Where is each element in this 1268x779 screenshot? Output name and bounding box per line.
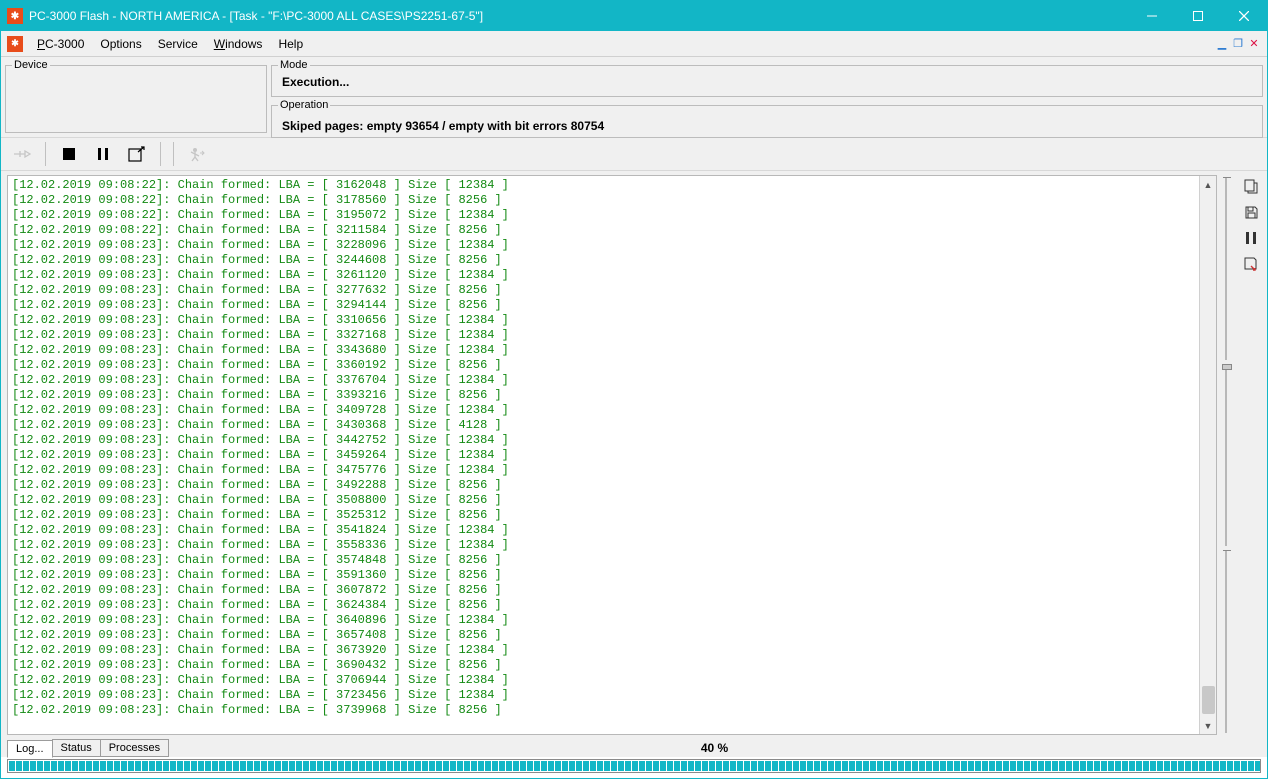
- pause-button[interactable]: [88, 141, 118, 167]
- close-button[interactable]: [1221, 1, 1267, 31]
- menu-options[interactable]: Options: [92, 33, 149, 55]
- progress-fill: [9, 761, 1261, 771]
- minimize-button[interactable]: [1129, 1, 1175, 31]
- stop-button[interactable]: [54, 141, 84, 167]
- titlebar: ✱ PC-3000 Flash - NORTH AMERICA - [Task …: [1, 1, 1267, 31]
- menu-windows[interactable]: Windows: [206, 33, 271, 55]
- copy-icon[interactable]: [1242, 177, 1260, 195]
- menubar: ✱ PC-3000 Options Service Windows Help ▁…: [1, 31, 1267, 57]
- menu-service[interactable]: Service: [150, 33, 206, 55]
- operation-value: Skiped pages: empty 93654 / empty with b…: [278, 113, 1256, 135]
- log-text: [12.02.2019 09:08:22]: Chain formed: LBA…: [8, 176, 1199, 734]
- operation-legend: Operation: [278, 99, 330, 111]
- device-legend: Device: [12, 59, 50, 71]
- tab-log[interactable]: Log...: [7, 740, 53, 758]
- run-button[interactable]: [182, 141, 212, 167]
- tab-processes[interactable]: Processes: [100, 739, 169, 757]
- scroll-up-icon[interactable]: ▲: [1200, 176, 1216, 193]
- maximize-button[interactable]: [1175, 1, 1221, 31]
- export-button[interactable]: [122, 141, 152, 167]
- scroll-down-icon[interactable]: ▼: [1200, 717, 1216, 734]
- side-toolbar: [1241, 175, 1261, 735]
- mode-legend: Mode: [278, 59, 310, 71]
- mode-fieldset: Mode Execution...: [271, 59, 1263, 97]
- log-scrollbar[interactable]: ▲ ▼: [1199, 176, 1216, 734]
- tab-status[interactable]: Status: [52, 739, 101, 757]
- app-icon: ✱: [7, 8, 23, 24]
- vertical-track-left: [1221, 175, 1237, 735]
- operation-fieldset: Operation Skiped pages: empty 93654 / em…: [271, 99, 1263, 138]
- info-panels: Device Mode Execution... Operation Skipe…: [1, 57, 1267, 137]
- mdi-close-icon[interactable]: ✕: [1247, 37, 1261, 51]
- menu-app-icon: ✱: [7, 36, 23, 52]
- bottom-tabs: Log... Status Processes 40 %: [1, 735, 1267, 757]
- progress-bar: [7, 759, 1261, 773]
- menu-pc3000[interactable]: PC-3000: [29, 33, 92, 55]
- progress-label: 40 %: [168, 741, 1261, 757]
- connect-button[interactable]: [7, 141, 37, 167]
- mdi-restore-icon[interactable]: ❐: [1231, 37, 1245, 51]
- save-icon[interactable]: [1242, 203, 1260, 221]
- menu-help[interactable]: Help: [270, 33, 311, 55]
- pause-icon[interactable]: [1242, 229, 1260, 247]
- window-title: PC-3000 Flash - NORTH AMERICA - [Task - …: [29, 9, 1129, 23]
- toolbar: [1, 137, 1267, 171]
- device-fieldset: Device: [5, 59, 267, 133]
- mode-value: Execution...: [278, 73, 1256, 91]
- autosave-icon[interactable]: [1242, 255, 1260, 273]
- scroll-thumb[interactable]: [1202, 686, 1215, 714]
- log-panel: [12.02.2019 09:08:22]: Chain formed: LBA…: [7, 175, 1217, 735]
- mdi-minimize-icon[interactable]: ▁: [1215, 37, 1229, 51]
- main-area: [12.02.2019 09:08:22]: Chain formed: LBA…: [1, 171, 1267, 735]
